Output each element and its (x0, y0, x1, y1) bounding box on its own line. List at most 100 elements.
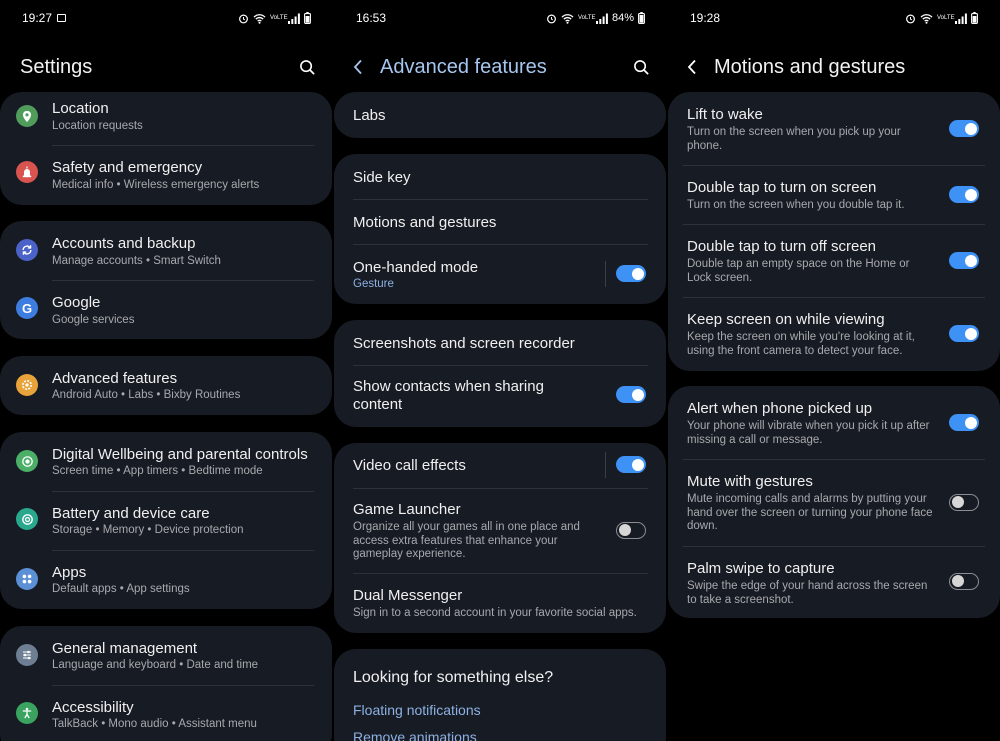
alert-picked-up-toggle[interactable] (949, 414, 979, 431)
volte-icon: VoLTE (270, 15, 288, 21)
features-group-3: Screenshots and screen recorder Show con… (334, 320, 666, 427)
game-launcher-toggle[interactable] (616, 522, 646, 539)
gesture-item-title: Double tap to turn off screen (687, 238, 877, 255)
feature-item-title: Game Launcher (353, 501, 461, 518)
show-contacts-toggle[interactable] (616, 386, 646, 403)
feature-item-video-call-effects[interactable]: Video call effects (334, 443, 666, 488)
feature-item-motions-gestures[interactable]: Motions and gestures (334, 200, 666, 244)
settings-item-subtitle: Location requests (52, 120, 143, 132)
settings-item-apps[interactable]: Apps Default apps • App settings (0, 551, 332, 609)
status-bar: 19:28 VoLTE (668, 0, 1000, 36)
settings-item-digital-wellbeing[interactable]: Digital Wellbeing and parental controls … (0, 432, 332, 491)
feature-item-game-launcher[interactable]: Game Launcher Organize all your games al… (334, 489, 666, 573)
video-call-effects-toggle[interactable] (616, 456, 646, 473)
settings-item-general-management[interactable]: General management Language and keyboard… (0, 626, 332, 685)
gesture-item-subtitle: Your phone will vibrate when you pick it… (687, 420, 930, 446)
gestures-group-2: Alert when phone picked up Your phone wi… (668, 386, 1000, 618)
settings-item-location[interactable]: Location Location requests (0, 92, 332, 149)
settings-item-subtitle: Medical info • Wireless emergency alerts (52, 179, 260, 191)
toggle-separator (605, 261, 606, 287)
status-time: 19:28 (690, 11, 721, 25)
gesture-item-title: Palm swipe to capture (687, 560, 835, 577)
gesture-item-double-tap-on[interactable]: Double tap to turn on screen Turn on the… (668, 166, 1000, 224)
sync-icon (16, 239, 38, 261)
features-group-1: Labs (334, 92, 666, 138)
search-icon (633, 59, 649, 75)
search-button[interactable] (297, 57, 317, 77)
keep-screen-on-toggle[interactable] (949, 325, 979, 342)
gesture-item-keep-screen-on[interactable]: Keep screen on while viewing Keep the sc… (668, 298, 1000, 371)
settings-item-advanced-features[interactable]: Advanced features Android Auto • Labs • … (0, 356, 332, 415)
feature-item-title: Labs (353, 107, 386, 124)
feature-item-side-key[interactable]: Side key (334, 154, 666, 200)
status-time: 19:27 (22, 11, 53, 25)
gestures-group-1: Lift to wake Turn on the screen when you… (668, 92, 1000, 371)
feature-item-labs[interactable]: Labs (334, 92, 666, 138)
back-button[interactable] (682, 57, 702, 77)
gesture-item-palm-swipe[interactable]: Palm swipe to capture Swipe the edge of … (668, 547, 1000, 618)
gesture-item-lift-to-wake[interactable]: Lift to wake Turn on the screen when you… (668, 92, 1000, 165)
star-gear-icon (16, 374, 38, 396)
feature-item-screenshots[interactable]: Screenshots and screen recorder (334, 320, 666, 365)
feature-item-title: Show contacts when sharing content (353, 378, 544, 413)
status-icons: VoLTE 84% (546, 12, 645, 24)
settings-item-subtitle: Default apps • App settings (52, 583, 190, 595)
feature-item-one-handed-mode[interactable]: One-handed mode Gesture (334, 245, 666, 304)
status-icons: VoLTE (238, 12, 311, 24)
gesture-item-alert-picked-up[interactable]: Alert when phone picked up Your phone wi… (668, 386, 1000, 459)
page-title: Advanced features (380, 55, 547, 78)
settings-item-accounts[interactable]: Accounts and backup Manage accounts • Sm… (0, 221, 332, 279)
looking-for-something-else-card: Looking for something else? Floating not… (334, 649, 666, 741)
feature-item-subtitle: Sign in to a second account in your favo… (353, 607, 637, 619)
advanced-features-screen: 16:53 VoLTE 84% Advanced features Labs S… (334, 0, 667, 741)
back-button[interactable] (348, 57, 368, 77)
settings-item-google[interactable]: G Google Google services (0, 281, 332, 339)
settings-item-accessibility[interactable]: Accessibility TalkBack • Mono audio • As… (0, 686, 332, 741)
feature-item-title: One-handed mode (353, 259, 479, 276)
wifi-icon (253, 13, 266, 24)
remove-animations-link[interactable]: Remove animations (353, 729, 477, 741)
settings-item-subtitle: Language and keyboard • Date and time (52, 659, 259, 671)
gesture-item-title: Lift to wake (687, 106, 763, 123)
signal-icon (288, 13, 300, 24)
gesture-item-double-tap-off[interactable]: Double tap to turn off screen Double tap… (668, 225, 1000, 297)
gesture-item-title: Mute with gestures (687, 473, 813, 490)
wifi-icon (920, 13, 933, 24)
feature-item-title: Motions and gestures (353, 214, 497, 231)
gesture-item-subtitle: Turn on the screen when you double tap i… (687, 199, 905, 211)
motions-gestures-header: Motions and gestures (668, 50, 1000, 84)
battery-percent: 84% (611, 12, 634, 24)
page-title: Settings (20, 55, 93, 78)
status-icons: VoLTE (905, 12, 978, 24)
gesture-item-title: Keep screen on while viewing (687, 311, 885, 328)
search-icon (299, 59, 315, 75)
feature-item-show-contacts[interactable]: Show contacts when sharing content (334, 366, 666, 427)
settings-item-title: Accessibility (52, 699, 134, 716)
gesture-item-title: Alert when phone picked up (687, 400, 873, 417)
gesture-item-subtitle: Mute incoming calls and alarms by puttin… (687, 493, 933, 532)
settings-group-4: Digital Wellbeing and parental controls … (0, 432, 332, 609)
double-tap-on-toggle[interactable] (949, 186, 979, 203)
feature-item-dual-messenger[interactable]: Dual Messenger Sign in to a second accou… (334, 574, 666, 633)
settings-item-title: Safety and emergency (52, 159, 203, 176)
mute-gestures-toggle[interactable] (949, 494, 979, 511)
gesture-item-mute-gestures[interactable]: Mute with gestures Mute incoming calls a… (668, 460, 1000, 546)
palm-swipe-toggle[interactable] (949, 573, 979, 590)
alarm-icon (547, 14, 556, 23)
double-tap-off-toggle[interactable] (949, 252, 979, 269)
status-bar: 16:53 VoLTE 84% (334, 0, 667, 36)
alarm-icon (239, 14, 248, 23)
settings-item-title: Digital Wellbeing and parental controls (52, 446, 308, 463)
search-button[interactable] (631, 57, 651, 77)
settings-item-subtitle: Manage accounts • Smart Switch (52, 255, 221, 267)
feature-item-title: Screenshots and screen recorder (353, 335, 575, 352)
lift-to-wake-toggle[interactable] (949, 120, 979, 137)
settings-item-subtitle: Storage • Memory • Device protection (52, 524, 244, 536)
device-care-icon (16, 508, 38, 530)
one-handed-mode-toggle[interactable] (616, 265, 646, 282)
emergency-icon (16, 161, 38, 183)
settings-item-safety[interactable]: Safety and emergency Medical info • Wire… (0, 149, 332, 205)
settings-item-title: Location (52, 100, 109, 117)
floating-notifications-link[interactable]: Floating notifications (353, 702, 481, 718)
settings-item-battery[interactable]: Battery and device care Storage • Memory… (0, 492, 332, 550)
